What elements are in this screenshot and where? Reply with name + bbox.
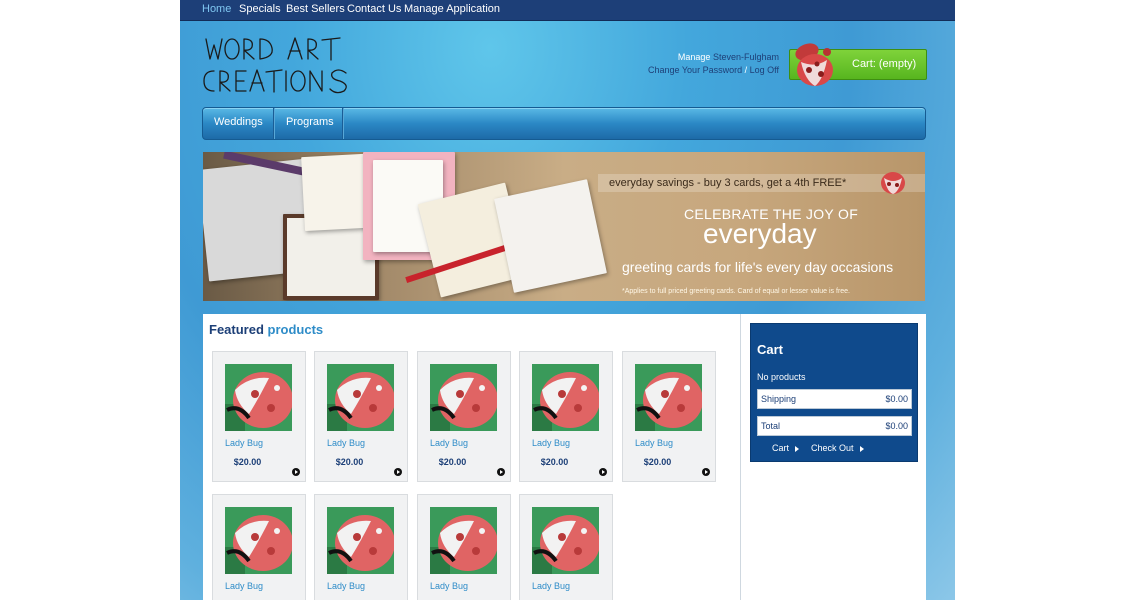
product-name[interactable]: Lady Bug [430, 438, 468, 448]
shipping-value: $0.00 [885, 394, 908, 404]
nav-best-sellers[interactable]: Best Sellers [286, 3, 345, 15]
change-password-link[interactable]: Change Your Password [648, 65, 742, 75]
nav-manage-application[interactable]: Manage Application [404, 3, 500, 15]
cart-box: Cart No products Shipping $0.00 Total $0… [750, 323, 918, 462]
nav-contact-us[interactable]: Contact Us [347, 3, 401, 15]
banner-headline-2: everyday [703, 218, 817, 249]
arrow-right-icon[interactable] [394, 468, 402, 476]
product-thumbnail [430, 364, 497, 431]
product-price: $20.00 [438, 457, 467, 467]
product-thumbnail [327, 364, 394, 431]
nav-home[interactable]: Home [202, 3, 231, 15]
total-value: $0.00 [885, 421, 908, 431]
account-links: Manage Steven-Fulgham Change Your Passwo… [600, 51, 779, 77]
arrow-right-icon [859, 445, 864, 452]
product-thumbnail [225, 364, 292, 431]
arrow-right-icon[interactable] [497, 468, 505, 476]
product-name[interactable]: Lady Bug [532, 438, 570, 448]
product-thumbnail [635, 364, 702, 431]
menu-divider [273, 108, 274, 139]
arrow-right-icon[interactable] [702, 468, 710, 476]
featured-products-section: Featured products Lady Bug $20.00 Lady B… [203, 314, 740, 600]
product-card[interactable]: Lady Bug $20.00 [622, 351, 716, 482]
cart-link-label: Cart [772, 443, 790, 453]
arrow-right-icon[interactable] [292, 468, 300, 476]
menu-divider [342, 108, 343, 139]
product-name[interactable]: Lady Bug [532, 581, 570, 591]
product-name[interactable]: Lady Bug [327, 438, 365, 448]
banner-savings-text: everyday savings - buy 3 cards, get a 4t… [609, 177, 847, 189]
arrow-right-icon [795, 445, 800, 452]
product-card[interactable]: Lady Bug [417, 494, 511, 600]
cart-empty-text: No products [757, 372, 806, 382]
total-label: Total [761, 421, 781, 431]
shipping-label: Shipping [761, 394, 797, 404]
cart-button-label: Cart: (empty) [852, 58, 917, 70]
product-thumbnail [532, 364, 599, 431]
product-name[interactable]: Lady Bug [225, 438, 263, 448]
product-thumbnail [532, 507, 599, 574]
checkout-link[interactable]: Check Out [811, 443, 864, 453]
product-card[interactable]: Lady Bug [212, 494, 306, 600]
menu-programs[interactable]: Programs [286, 108, 334, 139]
featured-title-b: products [267, 322, 324, 337]
nav-specials[interactable]: Specials [239, 3, 281, 15]
banner-tagline: greeting cards for life's every day occa… [622, 259, 894, 275]
product-card[interactable]: Lady Bug $20.00 [314, 351, 408, 482]
product-price: $20.00 [540, 457, 569, 467]
promo-banner[interactable]: everyday savings - buy 3 cards, get a 4t… [203, 152, 925, 301]
cart-total-row: Total $0.00 [757, 416, 912, 436]
product-card[interactable]: Lady Bug [314, 494, 408, 600]
product-price: $20.00 [233, 457, 262, 467]
product-name[interactable]: Lady Bug [635, 438, 673, 448]
product-thumbnail [225, 507, 292, 574]
cart-link[interactable]: Cart [772, 443, 800, 453]
product-price: $20.00 [643, 457, 672, 467]
site-logo[interactable] [202, 33, 352, 97]
product-thumbnail [430, 507, 497, 574]
product-card[interactable]: Lady Bug [519, 494, 613, 600]
site-container: Home Specials Best Sellers Contact Us Ma… [180, 0, 955, 600]
product-price: $20.00 [335, 457, 364, 467]
ladybug-icon [881, 172, 905, 194]
banner-footnote: *Applies to full priced greeting cards. … [622, 288, 851, 295]
ladybug-icon [795, 43, 833, 86]
menu-weddings[interactable]: Weddings [214, 108, 263, 139]
sidebar: Cart No products Shipping $0.00 Total $0… [740, 314, 926, 600]
checkout-link-label: Check Out [811, 443, 854, 453]
product-thumbnail [327, 507, 394, 574]
cart-title: Cart [757, 342, 784, 357]
logoff-link[interactable]: Log Off [750, 65, 779, 75]
arrow-right-icon[interactable] [599, 468, 607, 476]
featured-title: Featured products [209, 322, 323, 337]
product-name[interactable]: Lady Bug [327, 581, 365, 591]
top-nav: Home Specials Best Sellers Contact Us Ma… [180, 0, 955, 21]
username-link[interactable]: Steven-Fulgham [713, 52, 779, 62]
cart-shipping-row: Shipping $0.00 [757, 389, 912, 409]
banner-card-image [494, 179, 607, 293]
manage-label: Manage [677, 52, 711, 62]
product-card[interactable]: Lady Bug $20.00 [519, 351, 613, 482]
account-separator: / [744, 65, 748, 75]
main-menu: Weddings Programs [202, 107, 926, 140]
product-card[interactable]: Lady Bug $20.00 [417, 351, 511, 482]
product-name[interactable]: Lady Bug [225, 581, 263, 591]
product-name[interactable]: Lady Bug [430, 581, 468, 591]
product-card[interactable]: Lady Bug $20.00 [212, 351, 306, 482]
featured-title-a: Featured [209, 322, 264, 337]
